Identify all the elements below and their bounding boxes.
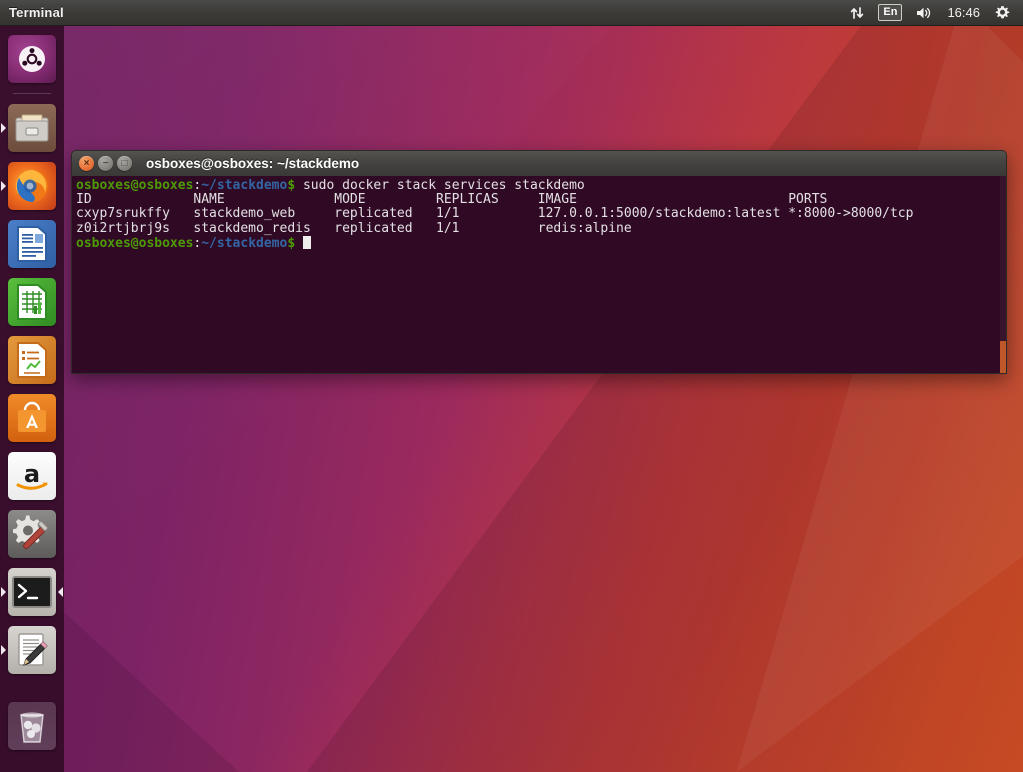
launcher-item-files[interactable] [0,99,64,157]
terminal-titlebar[interactable]: × − □ osboxes@osboxes: ~/stackdemo [71,150,1007,176]
terminal-scrollbar-thumb[interactable] [1000,341,1006,373]
ubuntu-logo-icon [8,35,56,83]
maximize-button[interactable]: □ [117,156,132,171]
document-icon [8,220,56,268]
launcher-item-firefox[interactable] [0,157,64,215]
minimize-button[interactable]: − [98,156,113,171]
software-bag-icon [8,394,56,442]
launcher-item-ubuntu-software[interactable] [0,389,64,447]
output-row-line-1: cxyp7srukffy stackdemo_web replicated 1/… [76,206,914,222]
launcher-item-dash-home[interactable] [0,30,64,88]
gear-icon[interactable] [988,0,1017,26]
unity-launcher: a [0,26,64,772]
wallpaper-facet-light [0,0,635,742]
focused-indicator-pip [58,587,63,597]
prompt-path-2: ~/stackdemo [201,235,288,251]
wallpaper-facet-highlight [736,0,1023,772]
presentation-icon [8,336,56,384]
top-panel: Terminal En 16:46 [0,0,1023,26]
output-row-line-2: z0i2rtjbrj9s stackdemo_redis replicated … [76,220,632,236]
launcher-item-text-editor[interactable] [0,621,64,679]
desktop-wallpaper [0,0,1023,772]
panel-app-title[interactable]: Terminal [9,5,64,20]
file-manager-icon [8,104,56,152]
wallpaper-facet-lower-left [0,553,240,772]
keyboard-layout-indicator[interactable]: En [871,0,909,26]
running-indicator-pip [1,645,6,655]
output-header-line: ID NAME MODE REPLICAS IMAGE PORTS [76,192,828,208]
running-indicator-pip [1,181,6,191]
launcher-item-trash[interactable] [0,697,64,755]
terminal-title: osboxes@osboxes: ~/stackdemo [146,156,360,171]
terminal-text-content: osboxes@osboxes:~/stackdemo$ sudo docker… [76,178,1006,251]
terminal-scrollbar[interactable] [1000,176,1006,373]
panel-clock[interactable]: 16:46 [939,0,988,26]
firefox-icon [8,162,56,210]
terminal-window[interactable]: × − □ osboxes@osboxes: ~/stackdemo osbox… [71,150,1007,374]
prompt-user-host-2: osboxes@osboxes [76,235,194,251]
launcher-item-libreoffice-calc[interactable] [0,273,64,331]
network-updown-icon[interactable] [843,0,871,26]
spreadsheet-icon [8,278,56,326]
terminal-body[interactable]: osboxes@osboxes:~/stackdemo$ sudo docker… [71,176,1007,374]
launcher-item-libreoffice-impress[interactable] [0,331,64,389]
panel-indicators: En 16:46 [843,0,1023,26]
prompt-sigil-2: $ [287,235,296,251]
terminal-icon [8,568,56,616]
terminal-command: sudo docker stack services stackdemo [295,178,585,193]
terminal-cursor [302,235,311,249]
launcher-item-libreoffice-writer[interactable] [0,215,64,273]
svg-text:a: a [24,460,40,488]
running-indicator-pip [1,587,6,597]
trash-icon [8,702,56,750]
launcher-item-system-settings[interactable] [0,505,64,563]
close-button[interactable]: × [79,156,94,171]
gear-wrench-icon [8,510,56,558]
pencil-document-icon [8,626,56,674]
launcher-item-terminal[interactable] [0,563,64,621]
volume-icon[interactable] [909,0,939,26]
launcher-divider [13,93,51,94]
prompt-user-host-1: osboxes@osboxes [76,178,194,193]
wallpaper-facet-dark [306,0,1023,772]
keyboard-layout-label: En [878,4,903,21]
prompt-path-1: ~/stackdemo [201,178,288,193]
prompt-sigil-1: $ [287,178,296,193]
running-indicator-pip [1,123,6,133]
launcher-item-amazon[interactable]: a [0,447,64,505]
desktop-screen: Terminal En 16:46 a × − □ osboxes@osboxe… [0,0,1023,772]
amazon-icon: a [8,452,56,500]
